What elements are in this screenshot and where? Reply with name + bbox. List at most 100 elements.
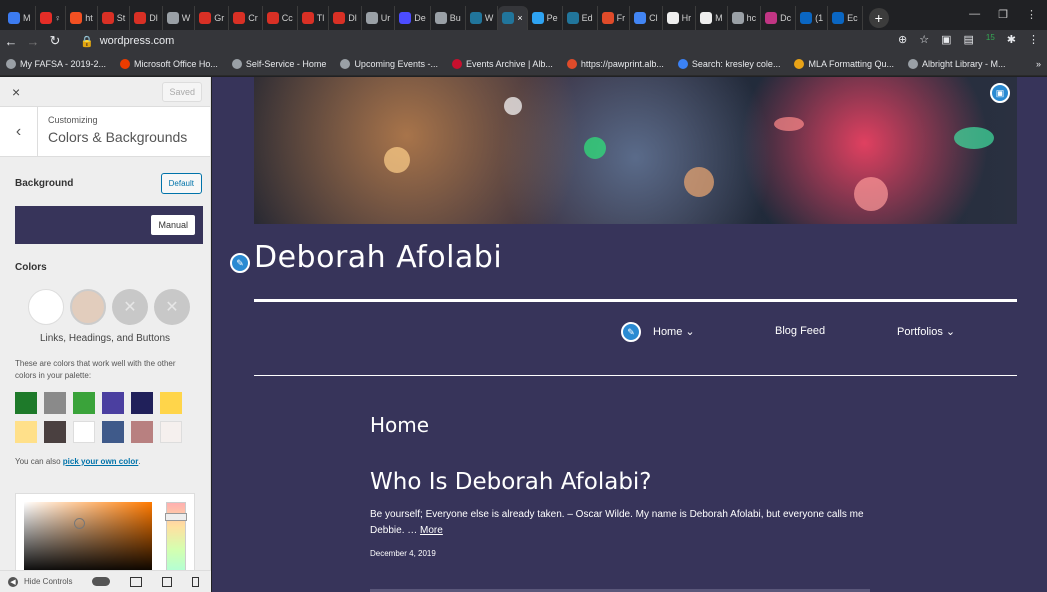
hide-controls-icon[interactable]: ◀ [8, 576, 18, 587]
close-icon[interactable]: × [12, 84, 20, 100]
browser-tab[interactable]: Ed [563, 6, 598, 30]
browser-tab[interactable]: De [395, 6, 431, 30]
menu-item-portfolios[interactable]: Portfolios ⌄ [897, 325, 955, 338]
palette-swatch[interactable] [15, 421, 37, 443]
mobile-icon[interactable] [192, 576, 200, 587]
palette-swatch[interactable] [102, 421, 124, 443]
color-circle-beige[interactable] [70, 289, 106, 325]
palette-swatch[interactable] [131, 421, 153, 443]
color-circle-empty[interactable]: ✕ [154, 289, 190, 325]
install-icon[interactable]: ⊕ [898, 33, 907, 46]
bookmark-item[interactable]: Microsoft Office Ho... [120, 58, 218, 69]
restore-icon[interactable]: ❐ [998, 8, 1008, 21]
tab-title: × [517, 13, 523, 23]
menu-icon[interactable]: ⋮ [1028, 33, 1039, 46]
palette-swatch[interactable] [160, 421, 182, 443]
browser-tab[interactable]: ht [66, 6, 98, 30]
pick-color-link[interactable]: pick your own color [63, 457, 139, 466]
browser-tab[interactable]: Ec [828, 6, 863, 30]
new-tab-button[interactable]: + [868, 8, 889, 28]
browser-tab[interactable]: Hr [663, 6, 697, 30]
browser-tab[interactable]: M [4, 6, 36, 30]
color-circle-white[interactable] [28, 289, 64, 325]
browser-tab[interactable]: Bu [431, 6, 466, 30]
palette-swatch[interactable] [73, 392, 95, 414]
browser-tab[interactable]: hc [728, 6, 762, 30]
browser-tab[interactable]: Tl [298, 6, 330, 30]
browser-tab[interactable]: St [98, 6, 131, 30]
bookmark-item[interactable]: My FAFSA - 2019-2... [6, 58, 106, 69]
puzzle-icon[interactable]: ✱ [1007, 33, 1016, 46]
browser-tab[interactable]: W [466, 6, 499, 30]
color-circle-empty[interactable]: ✕ [112, 289, 148, 325]
bookmark-item[interactable]: Events Archive | Alb... [451, 58, 553, 69]
address-bar[interactable]: 🔒 wordpress.com [80, 32, 940, 50]
saved-button[interactable]: Saved [162, 81, 202, 102]
more-link[interactable]: More [420, 525, 443, 536]
bookmark-item[interactable]: Albright Library - M... [907, 58, 1006, 69]
tab-title: hc [746, 13, 757, 23]
palette-swatch[interactable] [15, 392, 37, 414]
browser-tab[interactable]: Ur [362, 6, 396, 30]
browser-tab[interactable]: M [696, 6, 728, 30]
browser-tab[interactable]: Dl [130, 6, 163, 30]
menu-item-home[interactable]: Home ⌄ [653, 325, 695, 338]
docs-extension-icon[interactable]: ▤ [963, 33, 973, 46]
browser-tab[interactable]: ♀ [36, 6, 67, 30]
palette-swatch[interactable] [160, 392, 182, 414]
browser-tab[interactable]: Cl [630, 6, 663, 30]
minimize-icon[interactable]: — [969, 8, 980, 21]
bookmark-item[interactable]: Search: kresley cole... [677, 58, 780, 69]
close-window-icon[interactable]: ⋮ [1026, 8, 1037, 21]
forward-icon[interactable]: → [22, 34, 44, 49]
browser-tab[interactable]: W [163, 6, 196, 30]
palette-swatch[interactable] [44, 421, 66, 443]
edit-header-image-icon[interactable]: ▣ [990, 83, 1010, 103]
color-picker-handle[interactable] [74, 518, 85, 529]
bookmark-item[interactable]: https://pawprint.alb... [566, 58, 664, 69]
palette-swatch[interactable] [131, 392, 153, 414]
saturation-gradient[interactable] [24, 502, 152, 574]
edit-title-pencil-icon[interactable]: ✎ [230, 253, 250, 273]
default-button[interactable]: Default [160, 173, 202, 194]
extension-badge[interactable]: 15 [986, 33, 995, 46]
post-date[interactable]: December 4, 2019 [370, 549, 436, 558]
post-title[interactable]: Who Is Deborah Afolabi? [370, 469, 652, 495]
browser-tab[interactable]: × [498, 6, 528, 30]
hue-slider-handle[interactable] [165, 513, 187, 521]
desktop-icon[interactable] [130, 576, 143, 587]
back-icon[interactable]: ← [0, 34, 22, 49]
browser-tab[interactable]: Dl [329, 6, 362, 30]
hue-slider[interactable] [165, 502, 187, 574]
edit-menu-pencil-icon[interactable]: ✎ [621, 322, 641, 342]
back-arrow-icon[interactable]: ‹ [0, 107, 38, 156]
bookmark-item[interactable]: Self-Service - Home [231, 58, 326, 69]
page-heading: Home [370, 413, 430, 437]
toggle-icon[interactable] [92, 577, 111, 586]
palette-swatch[interactable] [44, 392, 66, 414]
background-color-preview[interactable]: Manual [15, 206, 203, 244]
browser-tab[interactable]: (1 [796, 6, 829, 30]
tablet-icon[interactable] [162, 576, 173, 587]
palette-swatch[interactable] [73, 421, 95, 443]
color-picker[interactable] [15, 493, 195, 574]
reload-icon[interactable]: ↻ [44, 33, 66, 49]
manual-button[interactable]: Manual [151, 215, 195, 235]
browser-tab[interactable]: Gr [195, 6, 230, 30]
menu-item-blog-feed[interactable]: Blog Feed [775, 325, 825, 337]
bookmark-item[interactable]: Upcoming Events -... [340, 58, 438, 69]
bookmark-label: Microsoft Office Ho... [134, 58, 218, 69]
star-icon[interactable]: ☆ [919, 33, 929, 46]
site-title[interactable]: Deborah Afolabi [254, 240, 502, 275]
bookmarks-overflow-icon[interactable]: » [1036, 59, 1047, 69]
browser-tab[interactable]: Dc [761, 6, 797, 30]
hide-controls-label[interactable]: Hide Controls [24, 577, 72, 586]
extension-icon[interactable]: ▣ [941, 33, 951, 46]
palette-grid [0, 392, 210, 443]
palette-swatch[interactable] [102, 392, 124, 414]
browser-tab[interactable]: Cr [229, 6, 263, 30]
bookmark-item[interactable]: MLA Formatting Qu... [794, 58, 894, 69]
browser-tab[interactable]: Pe [528, 6, 563, 30]
browser-tab[interactable]: Cc [263, 6, 298, 30]
browser-tab[interactable]: Fr [598, 6, 631, 30]
